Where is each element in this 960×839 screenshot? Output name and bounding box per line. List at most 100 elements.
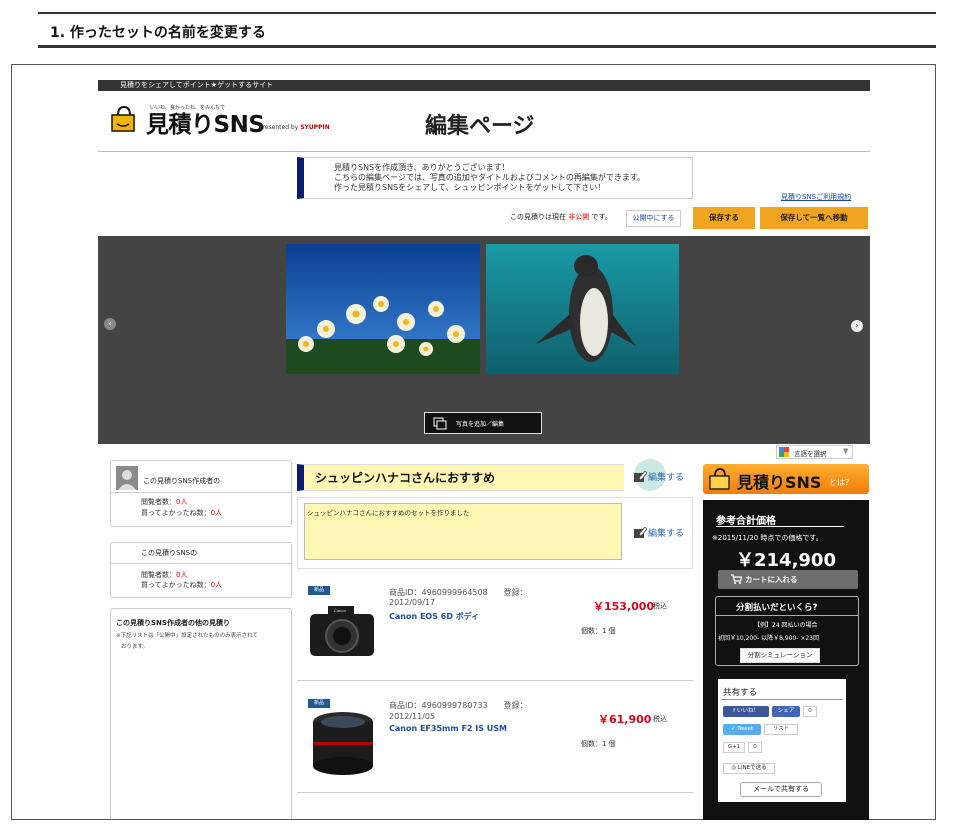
installment-simulation-button[interactable]: 分割シミュレーション — [740, 648, 820, 663]
shopping-bag-icon — [709, 468, 730, 490]
reference-total-price: ￥214,900 — [736, 550, 836, 571]
add-photo-label: 写真を追加／編集 — [456, 421, 505, 428]
creator-likes: 買ってよかったね数：0人 — [141, 508, 222, 518]
product-id: 商品ID：4960999780733 登録： — [389, 701, 528, 710]
sns-stats-title: この見積りSNSの — [141, 549, 198, 557]
installment-example: 【例】24 回払いの場合 — [754, 622, 818, 629]
reference-total-title: 参考合計価格 — [716, 516, 776, 527]
google-plus-count: 0 — [748, 742, 762, 753]
lens-image[interactable] — [306, 708, 380, 778]
list-button[interactable]: リスト — [764, 724, 798, 735]
registration-date: 2012/11/05 — [389, 712, 436, 721]
facebook-like-label: いいね！ — [736, 708, 759, 714]
sns-views: 閲覧者数：0人 — [141, 570, 187, 580]
gallery-prev-arrow-icon[interactable]: ‹ — [104, 318, 116, 330]
presented-by-label: Presented by — [259, 124, 301, 131]
page: 1. 作ったセットの名前を変更する 見積りをシェアしてポイント★ゲットするサイト… — [0, 0, 960, 839]
creator-views-label: 閲覧者数： — [141, 498, 176, 506]
publish-button[interactable]: 公開中にする — [626, 210, 681, 227]
sns-banner-question: とは? — [829, 478, 850, 487]
header-divider — [98, 151, 870, 152]
edit-description-button[interactable]: 編集する — [648, 526, 684, 539]
daffodil-photo[interactable] — [286, 244, 480, 374]
status-prefix: この見積りは現在 — [510, 213, 569, 221]
sns-likes-label: 買ってよかったね数： — [141, 581, 211, 589]
sns-likes: 買ってよかったね数：0人 — [141, 580, 222, 590]
line-share-label: LINEで送る — [737, 765, 767, 771]
terms-link[interactable]: 見積りSNSご利用規約 — [781, 192, 851, 202]
divider — [297, 680, 693, 681]
notice-line-3: 作った見積りSNSをシェアして、シュッピンポイントをゲットして下さい！ — [334, 183, 606, 192]
installment-title: 分割払いだといくら? — [736, 603, 818, 613]
edit-pencil-icon[interactable] — [634, 527, 647, 538]
logo-slogan: いいね、良かったね、をみんなで — [150, 105, 226, 111]
shopping-bag-logo-icon[interactable] — [109, 104, 139, 134]
product-price: ￥153,000 — [593, 600, 655, 613]
svg-text:Canon: Canon — [334, 608, 346, 613]
gallery-next-arrow-icon[interactable]: › — [851, 320, 863, 332]
site-logo[interactable]: 見積りSNS — [146, 111, 265, 139]
product-name[interactable]: Canon EOS 6D ボディ — [389, 611, 479, 622]
camera-body-image[interactable]: Canon — [306, 600, 380, 660]
facebook-share-button[interactable]: シェア — [772, 706, 800, 717]
save-button[interactable]: 保存する — [693, 207, 755, 229]
step-title: 1. 作ったセットの名前を変更する — [50, 25, 266, 41]
divider — [716, 615, 858, 616]
creator-likes-label: 買ってよかったね数： — [141, 509, 211, 517]
creator-views-value: 0人 — [176, 498, 188, 506]
other-estimates-title: この見積りSNS作成者の他の見積り — [116, 619, 230, 627]
save-and-move-button[interactable]: 保存して一覧へ移動 — [760, 207, 868, 229]
notice-line-2: こちらの編集ページでは、写真の追加やタイトルおよびコメントの再編集ができます。 — [334, 173, 646, 182]
status-state: 非公開 — [568, 213, 590, 221]
site-tagline: 見積りをシェアしてポイント★ゲットするサイト — [120, 81, 274, 89]
divider — [111, 563, 291, 564]
set-description: シュッピンハナコさんにおすすめのセットを作りました — [307, 509, 470, 517]
presented-by: Presented by SYUPPIN — [259, 124, 330, 131]
page-heading: 編集ページ — [425, 114, 535, 139]
mail-share-button[interactable]: メールで共有する — [740, 782, 822, 797]
add-to-cart-label: カートに入れる — [745, 575, 798, 584]
tweet-label: Tweet — [737, 726, 754, 732]
product-quantity: 個数：1 個 — [581, 740, 616, 748]
product-quantity: 個数：1 個 — [581, 627, 616, 635]
google-translate-icon — [779, 447, 789, 457]
share-title: 共有する — [723, 688, 758, 698]
tax-label: 税込 — [653, 715, 667, 723]
sns-views-value: 0人 — [176, 571, 188, 579]
chevron-down-icon: ▼ — [843, 447, 849, 455]
set-title: シュッピンハナコさんにおすすめ — [315, 471, 496, 485]
avatar — [116, 466, 138, 490]
installment-amounts: 初回￥10,200- 以降￥8,900- ×23回 — [718, 635, 819, 642]
product-name[interactable]: Canon EF35mm F2 IS USM — [389, 724, 507, 733]
other-estimates-box — [110, 608, 292, 820]
creator-title: この見積りSNS作成者の — [143, 477, 221, 485]
photo-add-icon — [433, 417, 447, 430]
sns-likes-value: 0人 — [210, 581, 223, 589]
divider — [721, 699, 843, 700]
creator-views: 閲覧者数：0人 — [141, 497, 187, 507]
notice-line-1: 見積りSNSを作成頂き、ありがとうございます！ — [334, 163, 510, 172]
sns-views-label: 閲覧者数： — [141, 571, 176, 579]
new-badge: 新品 — [308, 699, 330, 708]
new-badge: 新品 — [308, 586, 330, 595]
edit-pencil-icon[interactable] — [634, 471, 647, 482]
status-suffix: です。 — [589, 213, 612, 221]
google-plus-button[interactable]: G+1 — [723, 742, 745, 753]
facebook-like-button[interactable]: f いいね！ — [723, 706, 769, 717]
penguin-photo[interactable] — [486, 244, 679, 374]
tax-label: 税込 — [653, 602, 667, 610]
edit-title-button[interactable]: 編集する — [648, 470, 684, 483]
other-estimates-note-2: おります。 — [121, 644, 148, 650]
divider — [716, 526, 844, 527]
line-share-button[interactable]: ◎ LINEで送る — [723, 763, 775, 774]
divider — [297, 792, 693, 793]
language-select-label: 言語を選択 — [794, 450, 827, 458]
divider — [111, 492, 291, 493]
notice-box: 見積りSNSを作成頂き、ありがとうございます！ こちらの編集ページでは、写真の追… — [297, 157, 693, 199]
share-count: 0 — [803, 706, 817, 717]
price-date-note: ※2015/11/20 時点での価格です。 — [712, 534, 823, 542]
sns-banner-text: 見積りSNS — [737, 473, 822, 492]
tweet-button[interactable]: ✓ Tweet — [723, 724, 761, 735]
registration-date: 2012/09/17 — [389, 598, 436, 607]
cart-icon — [731, 574, 742, 584]
